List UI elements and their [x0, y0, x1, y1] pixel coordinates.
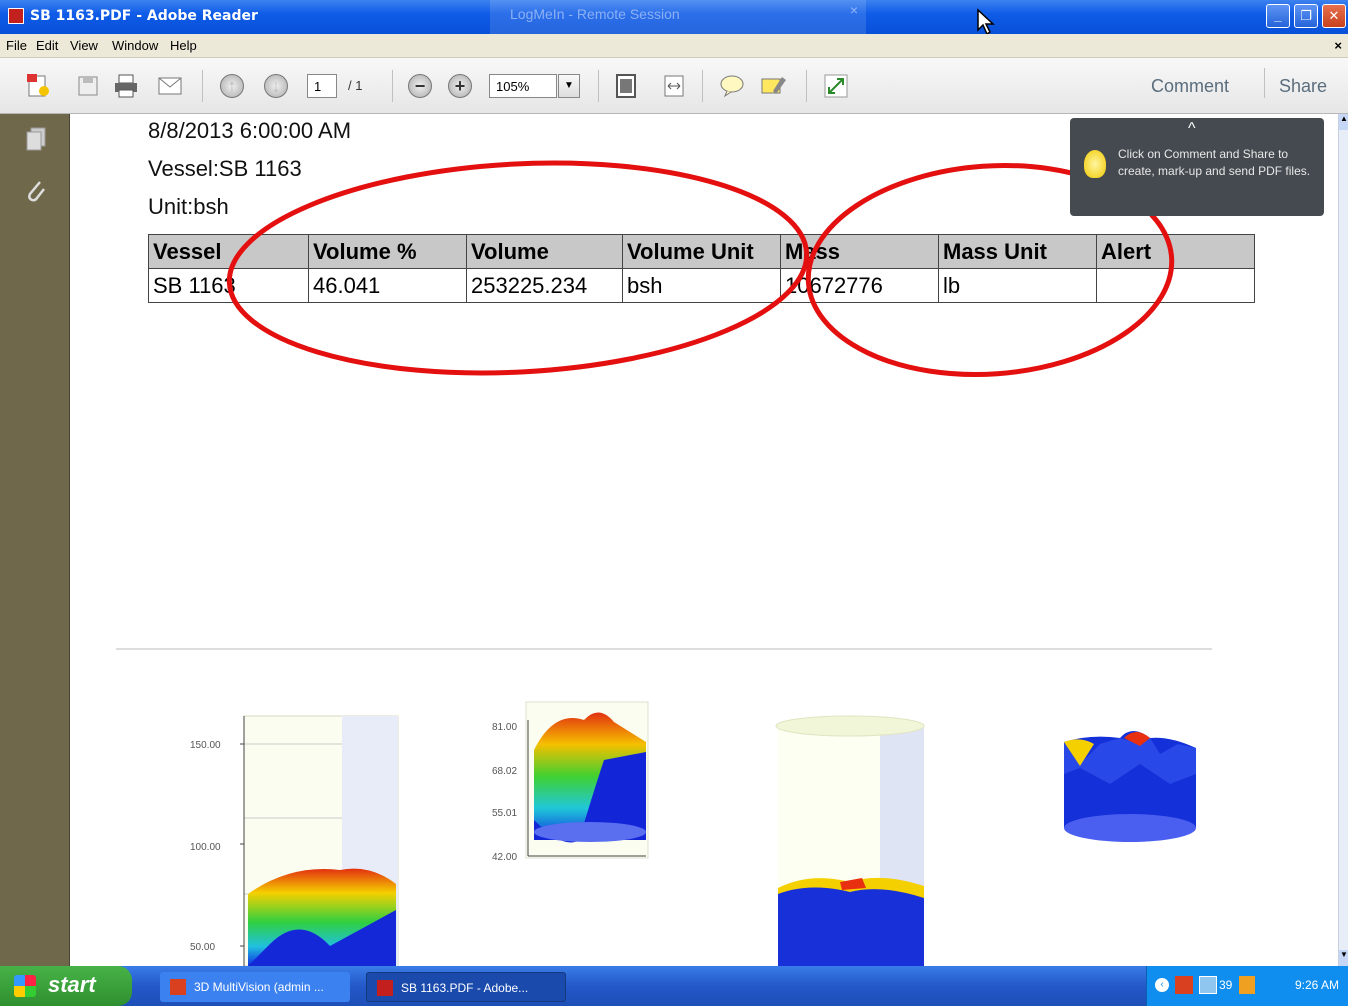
print-icon[interactable]: [112, 72, 140, 100]
table-cell: 253225.234: [466, 268, 623, 303]
vessel-3d-render-2: [525, 701, 649, 859]
y-tick-label: 100.00: [190, 842, 221, 853]
table-header: Vessel: [148, 234, 309, 269]
taskbar: start 3D MultiVision (admin ... SB 1163.…: [0, 966, 1348, 1006]
comment-share-callout[interactable]: ^ Click on Comment and Share to create, …: [1070, 118, 1324, 216]
remote-session-close-icon[interactable]: ×: [850, 2, 858, 18]
email-icon[interactable]: [156, 72, 184, 100]
start-button[interactable]: start: [0, 966, 132, 1006]
menu-edit[interactable]: Edit: [36, 38, 58, 53]
vessel-3d-render-4: [1064, 731, 1196, 842]
report-unit: Unit:bsh: [148, 194, 229, 219]
table-header: Volume %: [308, 234, 467, 269]
pages-icon[interactable]: [24, 126, 48, 151]
comment-button[interactable]: Comment: [1151, 76, 1229, 97]
highlight-icon[interactable]: [760, 72, 788, 100]
adobe-reader-icon: [8, 8, 24, 24]
tray-temperature: 39: [1219, 978, 1233, 992]
tray-app-icon[interactable]: [1175, 976, 1193, 994]
report-table: Vessel Volume % Volume Volume Unit Mass …: [148, 234, 1255, 303]
menu-bar: File Edit View Window Help ×: [0, 34, 1348, 58]
table-cell: 46.041: [308, 268, 467, 303]
navigation-pane: [0, 114, 70, 966]
full-screen-icon[interactable]: [822, 72, 850, 100]
restore-button[interactable]: ❐: [1294, 4, 1318, 28]
create-pdf-icon[interactable]: [24, 72, 52, 100]
windows-flag-icon: [14, 975, 36, 997]
zoom-input[interactable]: 105%: [489, 74, 557, 98]
table-header-row: Vessel Volume % Volume Volume Unit Mass …: [148, 234, 1255, 269]
menu-file[interactable]: File: [6, 38, 27, 53]
table-row: SB 1163 46.041 253225.234 bsh 10672776 l…: [148, 268, 1255, 303]
window-title-bar[interactable]: SB 1163.PDF - Adobe Reader LogMeIn - Rem…: [0, 0, 1348, 36]
vertical-scrollbar[interactable]: ▲ ▼: [1338, 114, 1348, 966]
zoom-out-icon[interactable]: −: [408, 74, 432, 98]
tray-clock: 9:26 AM: [1295, 978, 1340, 992]
table-header: Volume: [466, 234, 623, 269]
window-title: SB 1163.PDF - Adobe Reader: [30, 8, 258, 24]
next-page-icon[interactable]: ↓: [264, 74, 288, 98]
table-cell: lb: [938, 268, 1097, 303]
scroll-up-icon[interactable]: ▲: [1339, 114, 1348, 130]
close-button[interactable]: ✕: [1322, 4, 1346, 28]
table-cell: bsh: [622, 268, 781, 303]
menu-close-icon[interactable]: ×: [1334, 38, 1342, 53]
y-tick-label: 150.00: [190, 740, 221, 751]
taskbar-item-label: SB 1163.PDF - Adobe...: [401, 981, 529, 995]
taskbar-item-multivision[interactable]: 3D MultiVision (admin ...: [160, 972, 350, 1002]
toolbar: ↑ ↓ 1 / 1 − + 105% ▼ Comment Share: [0, 58, 1348, 114]
remote-session-banner: LogMeIn - Remote Session ×: [490, 0, 866, 34]
page-total: / 1: [348, 78, 363, 93]
report-vessel: Vessel:SB 1163: [148, 156, 302, 181]
tray-weather-icon[interactable]: [1239, 976, 1255, 994]
zoom-in-icon[interactable]: +: [448, 74, 472, 98]
adobe-reader-task-icon: [377, 980, 393, 996]
table-header: Mass Unit: [938, 234, 1097, 269]
attachments-icon[interactable]: [24, 178, 48, 202]
scroll-down-icon[interactable]: ▼: [1339, 950, 1348, 966]
zoom-dropdown-icon[interactable]: ▼: [558, 74, 580, 98]
save-icon[interactable]: [74, 72, 102, 100]
mouse-cursor-icon: [977, 8, 995, 36]
fit-width-icon[interactable]: [660, 72, 688, 100]
multivision-app-icon: [170, 979, 186, 995]
collapse-chevron-icon[interactable]: ^: [1188, 120, 1196, 138]
menu-view[interactable]: View: [70, 38, 98, 53]
table-header: Mass: [780, 234, 939, 269]
callout-text: Click on Comment and Share to create, ma…: [1118, 147, 1311, 178]
menu-help[interactable]: Help: [170, 38, 197, 53]
fit-page-icon[interactable]: [612, 72, 640, 100]
y-tick-label: 68.02: [492, 766, 518, 777]
table-cell: SB 1163: [148, 268, 309, 303]
sticky-note-icon[interactable]: [718, 72, 746, 100]
start-label: start: [48, 972, 96, 997]
system-tray: ‹ 39 9:26 AM: [1146, 966, 1348, 1006]
share-button[interactable]: Share: [1279, 76, 1327, 97]
page-number-input[interactable]: 1: [307, 74, 337, 98]
table-cell: 10672776: [780, 268, 939, 303]
page-divider: [116, 648, 1212, 650]
table-header: Volume Unit: [622, 234, 781, 269]
previous-page-icon[interactable]: ↑: [220, 74, 244, 98]
table-cell: [1096, 268, 1255, 303]
y-tick-label: 42.00: [492, 852, 518, 863]
vessel-3d-render-1: [240, 715, 399, 966]
tray-expand-icon[interactable]: ‹: [1155, 978, 1169, 992]
vessel-3d-render-3: [775, 715, 925, 966]
table-header: Alert: [1096, 234, 1255, 269]
lightbulb-icon: [1084, 150, 1106, 178]
menu-window[interactable]: Window: [112, 38, 158, 53]
tray-network-icon[interactable]: [1199, 976, 1217, 994]
y-tick-label: 50.00: [190, 942, 216, 953]
report-datetime: 8/8/2013 6:00:00 AM: [148, 118, 352, 143]
y-tick-label: 81.00: [492, 722, 518, 733]
taskbar-item-adobe-reader[interactable]: SB 1163.PDF - Adobe...: [366, 972, 566, 1002]
taskbar-item-label: 3D MultiVision (admin ...: [194, 980, 324, 994]
y-tick-label: 55.01: [492, 808, 518, 819]
minimize-button[interactable]: _: [1266, 4, 1290, 28]
remote-session-label: LogMeIn - Remote Session: [510, 6, 680, 22]
